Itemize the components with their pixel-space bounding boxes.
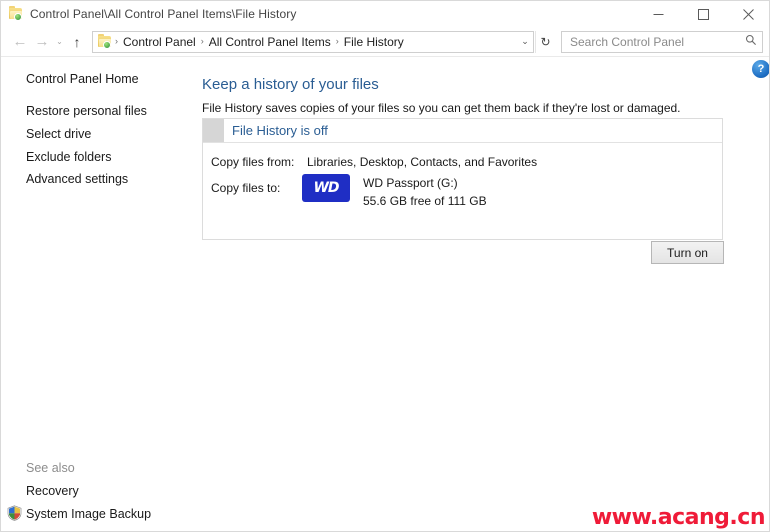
refresh-icon: ↻ [540,34,551,49]
drive-capacity: 55.6 GB free of 111 GB [363,194,487,208]
address-dropdown-button[interactable]: ⌄ [517,32,533,52]
question-mark-icon: ? [757,63,765,75]
folder-icon [8,6,24,22]
window-controls [636,1,769,27]
breadcrumb-all-items[interactable]: All Control Panel Items [205,35,335,49]
sidebar-item-advanced-settings[interactable]: Advanced settings [1,173,128,186]
status-icon-placeholder [203,119,224,142]
drive-name: WD Passport (G:) [363,176,458,190]
sidebar-item-recovery[interactable]: Recovery [1,484,79,498]
recent-locations-button[interactable]: ⌄ [53,31,66,53]
back-arrow-icon: ← [12,33,28,50]
chevron-down-icon: ⌄ [521,36,529,46]
control-panel-window: Control Panel\All Control Panel Items\Fi… [0,0,770,532]
window-title: Control Panel\All Control Panel Items\Fi… [30,7,297,21]
refresh-button[interactable]: ↻ [535,30,555,53]
sidebar-item-exclude-folders[interactable]: Exclude folders [1,151,111,164]
close-button[interactable] [726,1,769,27]
maximize-icon [698,8,709,20]
forward-arrow-icon: → [34,33,50,50]
chevron-down-icon: ⌄ [56,37,63,46]
sidebar-item-label: System Image Backup [26,507,152,521]
copy-files-to-label: Copy files to: [211,181,281,195]
status-badge: File History is off [232,123,328,138]
content-area: ? Keep a history of your files File Hist… [194,57,769,531]
search-icon [745,34,757,49]
minimize-button[interactable] [636,1,681,27]
maximize-button[interactable] [681,1,726,27]
sidebar-item-system-image-backup[interactable]: System Image Backup [1,505,152,521]
back-button[interactable]: ← [9,31,31,53]
up-button[interactable]: ↑ [66,31,88,53]
up-arrow-icon: ↑ [73,33,81,50]
breadcrumb-file-history[interactable]: File History [340,35,408,49]
watermark: www.acang.cn [591,505,766,530]
wd-logo-text: WD [313,180,339,196]
search-box[interactable]: Search Control Panel [561,30,763,53]
breadcrumb-folder-icon [97,34,112,49]
file-history-status-panel: File History is off Copy files from: Lib… [202,118,723,240]
breadcrumb-control-panel[interactable]: Control Panel [119,35,200,49]
copy-files-from-value: Libraries, Desktop, Contacts, and Favori… [307,155,538,169]
see-also-heading: See also [26,461,75,475]
search-input[interactable]: Search Control Panel [570,35,745,49]
navigation-bar: ← → ⌄ ↑ › Control Panel › All Control Pa… [1,27,769,56]
title-bar: Control Panel\All Control Panel Items\Fi… [1,1,769,27]
sidebar-item-restore-personal-files[interactable]: Restore personal files [1,105,147,118]
turn-on-button[interactable]: Turn on [651,241,724,264]
copy-files-from-label: Copy files from: [211,155,295,169]
address-bar[interactable]: › Control Panel › All Control Panel Item… [92,30,534,53]
status-header: File History is off [203,119,722,143]
wd-drive-icon: WD [302,174,350,202]
page-title: Keep a history of your files [202,76,379,93]
close-icon [743,8,754,20]
shield-icon [7,505,22,521]
window-body: Control Panel Home Restore personal file… [1,56,769,531]
help-button[interactable]: ? [752,60,769,78]
sidebar-item-control-panel-home[interactable]: Control Panel Home [1,73,139,86]
forward-button[interactable]: → [31,31,53,53]
sidebar-item-select-drive[interactable]: Select drive [1,128,91,141]
page-subtitle: File History saves copies of your files … [202,101,681,115]
minimize-icon [653,13,664,15]
status-body: Copy files from: Libraries, Desktop, Con… [203,143,722,239]
sidebar: Control Panel Home Restore personal file… [1,57,194,531]
